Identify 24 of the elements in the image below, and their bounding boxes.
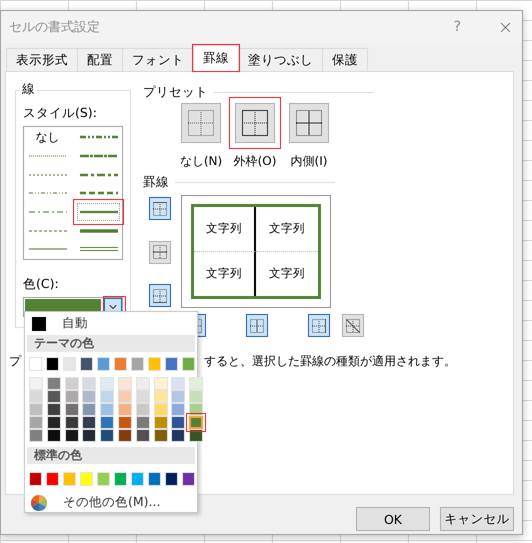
preview-cell-text: 文字列 — [206, 266, 242, 282]
window-title: セルの書式設定 — [9, 19, 101, 36]
menu-section-header: テーマの色 — [27, 335, 195, 352]
style-label: スタイル(S): — [23, 105, 98, 122]
preview-cell-text: 文字列 — [269, 266, 305, 282]
more-colors-option[interactable]: その他の色(M)... — [27, 494, 195, 511]
automatic-color-option[interactable]: 自動 — [27, 315, 195, 332]
tab[interactable]: 表示形式 — [6, 48, 78, 71]
ok-button[interactable]: OK — [356, 507, 430, 531]
hint-text: すると、選択した罫線の種類が適用されます。 — [204, 353, 456, 370]
section-title: プリセット — [143, 84, 208, 101]
menu-section-header: 標準の色 — [27, 447, 195, 464]
preset-label: 外枠(O) — [234, 153, 276, 170]
cancel-button[interactable]: キャンセル — [440, 507, 514, 531]
tab[interactable]: 保護 — [322, 48, 368, 71]
preview-cell-text: 文字列 — [269, 221, 305, 236]
preview-cell-text: 文字列 — [206, 221, 242, 236]
line-style-option[interactable]: なし — [26, 128, 69, 147]
preset-label: なし(N) — [180, 153, 222, 170]
section-title: 罫線 — [143, 174, 169, 191]
color-label: 色(C): — [23, 276, 60, 293]
hint-text: プ — [9, 353, 21, 370]
preset-label: 内側(I) — [290, 153, 328, 170]
tab[interactable]: 罫線 — [193, 45, 239, 71]
